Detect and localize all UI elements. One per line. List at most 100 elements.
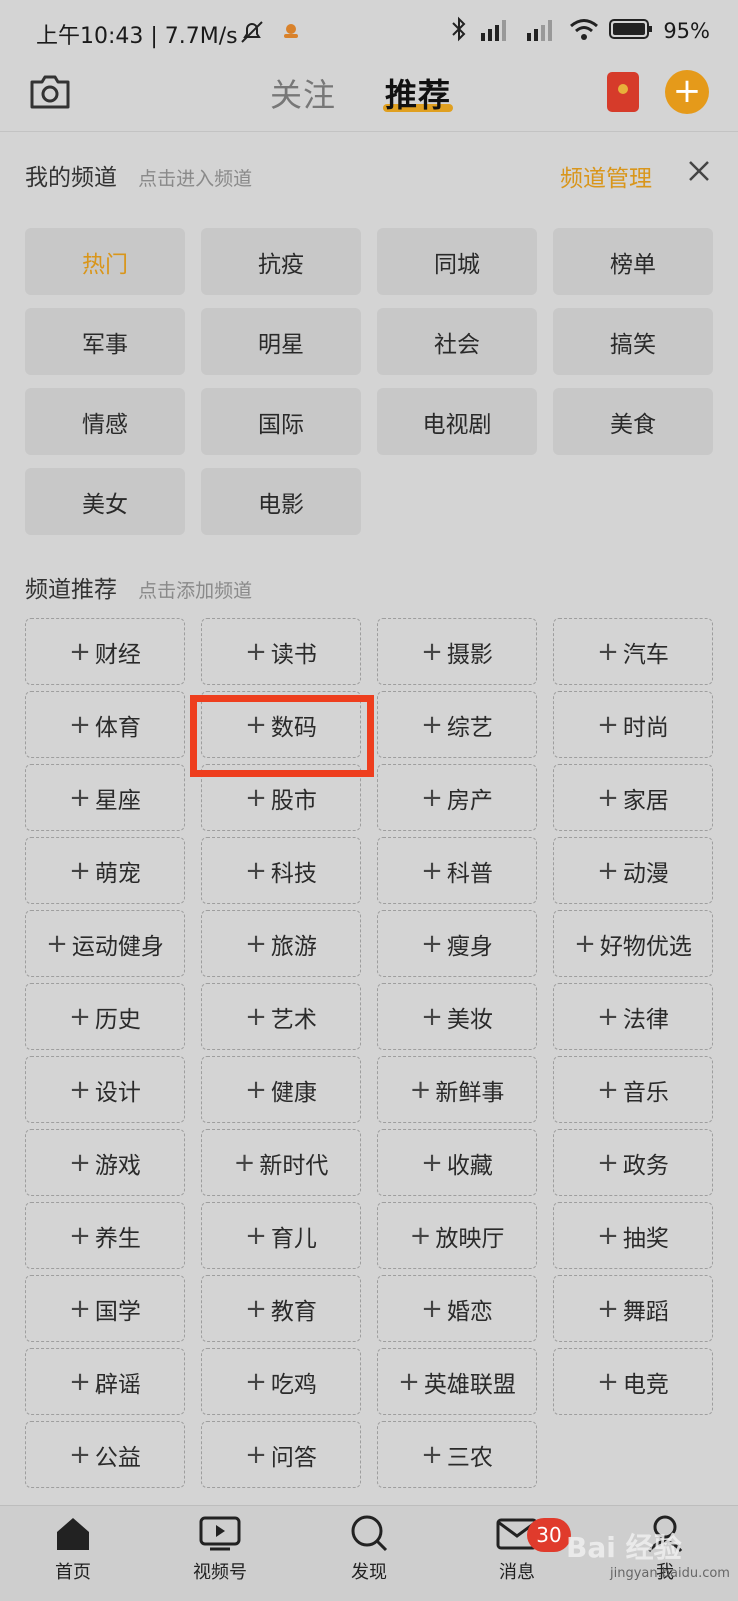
my-channel-chip[interactable]: 搞笑: [553, 308, 713, 375]
recommended-channel-chip[interactable]: + 好物优选: [553, 910, 713, 977]
recommended-channel-chip[interactable]: + 历史: [25, 983, 185, 1050]
search-icon: [348, 1515, 390, 1556]
recommended-channel-chip[interactable]: + 育儿: [201, 1202, 361, 1269]
recommended-channel-chip[interactable]: + 问答: [201, 1421, 361, 1488]
recommended-channel-chip[interactable]: + 家居: [553, 764, 713, 831]
plus-icon: +: [421, 782, 443, 813]
plus-icon: +: [421, 1147, 443, 1178]
my-channel-chip[interactable]: 明星: [201, 308, 361, 375]
recommended-channel-chip[interactable]: + 国学: [25, 1275, 185, 1342]
recommended-channel-chip[interactable]: + 艺术: [201, 983, 361, 1050]
recommended-channel-chip[interactable]: + 科普: [377, 837, 537, 904]
nav-video[interactable]: 视频号: [175, 1514, 265, 1584]
recommended-channel-chip[interactable]: + 房产: [377, 764, 537, 831]
recommended-channel-chip[interactable]: + 科技: [201, 837, 361, 904]
nav-discover[interactable]: 发现: [324, 1514, 414, 1584]
recommended-channel-chip[interactable]: + 舞蹈: [553, 1275, 713, 1342]
recommended-channel-chip[interactable]: + 政务: [553, 1129, 713, 1196]
recommended-channel-chip[interactable]: + 收藏: [377, 1129, 537, 1196]
recommended-channel-label: 抽奖: [622, 1225, 669, 1252]
app-notification-icon: [282, 22, 300, 40]
red-packet-icon[interactable]: [607, 72, 639, 112]
recommended-channel-chip[interactable]: + 英雄联盟: [377, 1348, 537, 1415]
recommended-channel-label: 摄影: [446, 641, 493, 668]
recommended-channel-chip[interactable]: + 体育: [25, 691, 185, 758]
recommended-channel-chip[interactable]: + 星座: [25, 764, 185, 831]
plus-icon: +: [421, 1439, 443, 1470]
nav-messages-label: 消息: [499, 1562, 535, 1583]
plus-icon: +: [597, 636, 619, 667]
my-channel-chip[interactable]: 国际: [201, 388, 361, 455]
recommended-channel-chip[interactable]: + 美妆: [377, 983, 537, 1050]
recommended-channel-label: 体育: [94, 714, 141, 741]
recommended-channel-label: 科技: [270, 860, 317, 887]
recommended-channel-chip[interactable]: + 辟谣: [25, 1348, 185, 1415]
camera-icon[interactable]: [28, 72, 72, 116]
tab-follow[interactable]: 关注: [270, 70, 336, 116]
recommended-channel-chip[interactable]: + 放映厅: [377, 1202, 537, 1269]
my-channel-chip[interactable]: 榜单: [553, 228, 713, 295]
plus-icon: +: [245, 782, 267, 813]
recommended-channel-chip[interactable]: + 法律: [553, 983, 713, 1050]
my-channel-chip[interactable]: 情感: [25, 388, 185, 455]
recommended-channel-chip[interactable]: + 动漫: [553, 837, 713, 904]
my-channel-chip[interactable]: 电影: [201, 468, 361, 535]
recommended-channel-chip[interactable]: + 财经: [25, 618, 185, 685]
recommended-channel-label: 综艺: [446, 714, 493, 741]
plus-icon: +: [597, 1147, 619, 1178]
add-button[interactable]: +: [665, 70, 709, 114]
my-channel-chip[interactable]: 社会: [377, 308, 537, 375]
recommended-channel-chip[interactable]: + 综艺: [377, 691, 537, 758]
recommended-channel-label: 股市: [270, 787, 317, 814]
plus-icon: +: [398, 1366, 420, 1397]
my-channel-chip[interactable]: 热门: [25, 228, 185, 295]
plus-icon: +: [69, 1001, 91, 1032]
header-divider: [0, 131, 738, 132]
my-channel-chip[interactable]: 美女: [25, 468, 185, 535]
recommended-channel-chip[interactable]: + 新时代: [201, 1129, 361, 1196]
recommended-channel-chip[interactable]: + 养生: [25, 1202, 185, 1269]
plus-icon: +: [574, 928, 596, 959]
my-channel-chip[interactable]: 电视剧: [377, 388, 537, 455]
recommended-channel-chip[interactable]: + 瘦身: [377, 910, 537, 977]
recommended-channel-chip[interactable]: + 摄影: [377, 618, 537, 685]
recommended-channel-chip[interactable]: + 音乐: [553, 1056, 713, 1123]
recommended-channel-chip[interactable]: + 运动健身: [25, 910, 185, 977]
recommended-channel-chip[interactable]: + 读书: [201, 618, 361, 685]
recommended-channel-chip[interactable]: + 游戏: [25, 1129, 185, 1196]
recommended-channel-chip[interactable]: + 婚恋: [377, 1275, 537, 1342]
recommended-channel-chip[interactable]: + 公益: [25, 1421, 185, 1488]
recommended-channel-chip[interactable]: + 汽车: [553, 618, 713, 685]
recommended-channel-chip[interactable]: + 电竞: [553, 1348, 713, 1415]
my-channel-chip[interactable]: 军事: [25, 308, 185, 375]
plus-icon: +: [597, 782, 619, 813]
recommended-channel-label: 英雄联盟: [423, 1371, 516, 1398]
recommended-channel-label: 历史: [94, 1006, 141, 1033]
recommended-channel-chip[interactable]: + 时尚: [553, 691, 713, 758]
close-icon[interactable]: [688, 160, 710, 186]
channel-manage-button[interactable]: 频道管理: [560, 159, 652, 193]
recommended-channel-label: 舞蹈: [622, 1298, 669, 1325]
my-channel-chip[interactable]: 美食: [553, 388, 713, 455]
recommended-channel-label: 养生: [94, 1225, 141, 1252]
recommended-channel-chip[interactable]: + 健康: [201, 1056, 361, 1123]
recommended-channel-label: 动漫: [622, 860, 669, 887]
nav-home-label: 首页: [55, 1562, 91, 1583]
recommended-channel-chip[interactable]: + 设计: [25, 1056, 185, 1123]
nav-home[interactable]: 首页: [28, 1514, 118, 1584]
tab-recommend[interactable]: 推荐: [383, 70, 454, 116]
my-channel-chip[interactable]: 抗疫: [201, 228, 361, 295]
recommended-channel-chip[interactable]: + 新鲜事: [377, 1056, 537, 1123]
recommended-channel-label: 时尚: [622, 714, 669, 741]
recommended-channel-chip[interactable]: + 旅游: [201, 910, 361, 977]
recommended-channel-chip[interactable]: + 吃鸡: [201, 1348, 361, 1415]
plus-icon: +: [421, 636, 443, 667]
plus-icon: +: [69, 1074, 91, 1105]
recommended-channel-chip[interactable]: + 三农: [377, 1421, 537, 1488]
my-channel-chip[interactable]: 同城: [377, 228, 537, 295]
recommended-channel-chip[interactable]: + 萌宠: [25, 837, 185, 904]
plus-icon: +: [245, 1293, 267, 1324]
recommended-channel-chip[interactable]: + 教育: [201, 1275, 361, 1342]
recommended-channel-label: 电竞: [622, 1371, 669, 1398]
recommended-channel-chip[interactable]: + 抽奖: [553, 1202, 713, 1269]
